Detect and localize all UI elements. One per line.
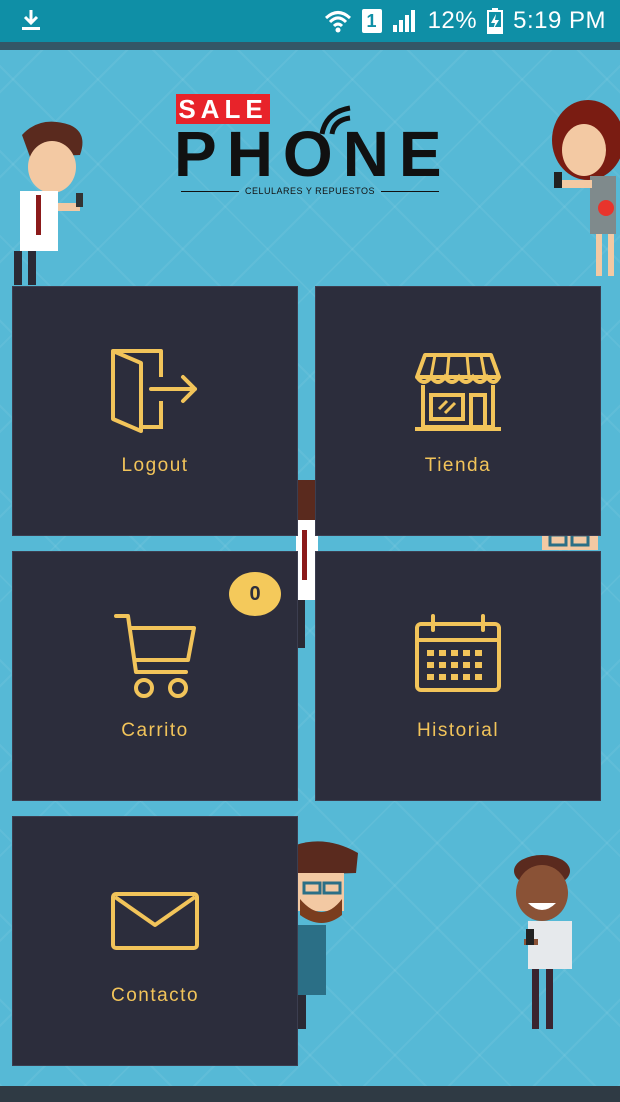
carrito-tile[interactable]: Carrito 0: [12, 551, 298, 801]
contacto-tile[interactable]: Contacto: [12, 816, 298, 1066]
logo-tagline: CELULARES Y REPUESTOS: [170, 186, 450, 196]
sale-phone-logo: SALE PHONE CELULARES Y REPUESTOS: [170, 92, 450, 202]
logo-phone-text: PHONE: [174, 118, 452, 190]
historial-label: Historial: [416, 720, 500, 741]
historial-tile[interactable]: Historial: [315, 551, 601, 801]
clock: 5:19 PM: [513, 7, 606, 34]
bearded-man-illustration: [296, 841, 358, 1029]
woman-with-phone-illustration: [552, 100, 620, 276]
calendar-icon: [415, 614, 501, 692]
navigation-bar: [0, 1086, 620, 1102]
cart-icon: [114, 614, 196, 698]
man-with-phone-illustration: [14, 121, 83, 285]
signal-icon: [392, 10, 415, 32]
header-divider: [0, 42, 620, 50]
wifi-icon: [324, 11, 351, 33]
signal-waves-icon: [319, 105, 351, 135]
carrito-label: Carrito: [121, 720, 189, 741]
cart-count-badge: 0: [229, 572, 281, 616]
tienda-tile[interactable]: Tienda: [315, 286, 601, 536]
battery-percent: 12%: [427, 7, 478, 34]
download-icon: [22, 10, 40, 30]
smiling-man-illustration: [514, 855, 572, 1029]
status-bar: 1 12% 5:19 PM: [0, 0, 620, 42]
contacto-label: Contacto: [110, 985, 200, 1006]
logout-icon: [111, 349, 197, 433]
battery-charging-icon: [487, 8, 504, 34]
tienda-label: Tienda: [424, 455, 492, 476]
mail-icon: [111, 892, 199, 950]
sim-icon: 1: [361, 9, 382, 33]
logout-tile[interactable]: Logout: [12, 286, 298, 536]
logout-label: Logout: [121, 455, 189, 476]
store-icon: [415, 353, 501, 431]
